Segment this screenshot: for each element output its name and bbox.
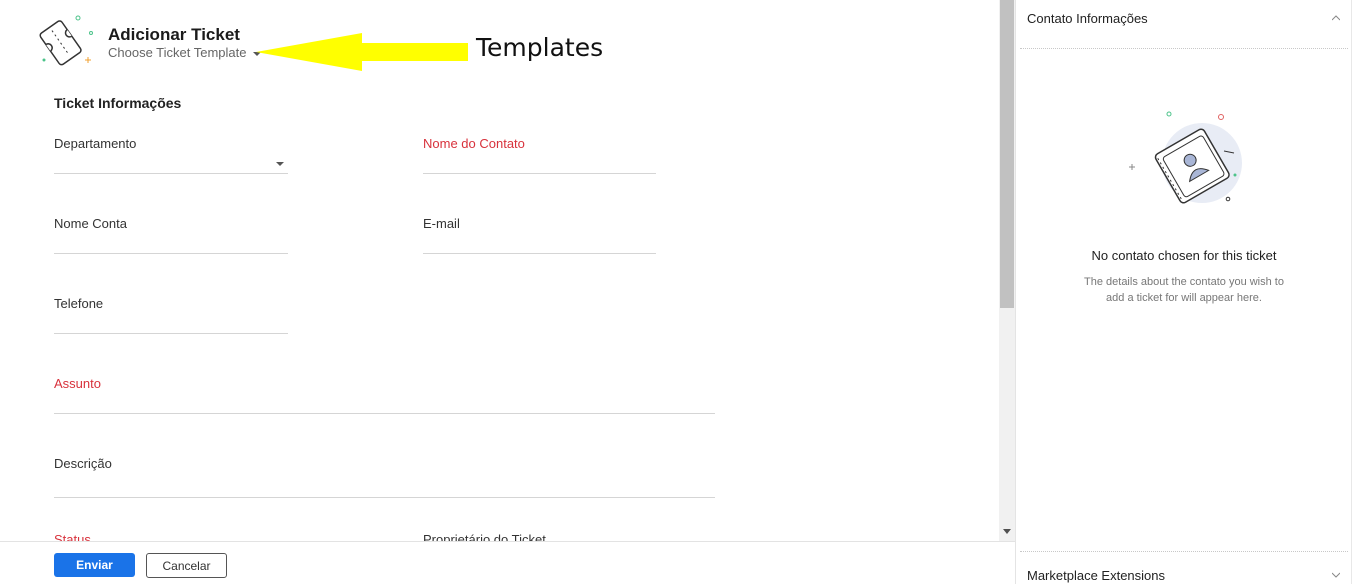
telefone-field[interactable]: Telefone — [54, 296, 288, 342]
form-scrollbar[interactable] — [999, 0, 1015, 541]
submit-button[interactable]: Enviar — [54, 553, 135, 577]
ticket-form-panel: Adicionar Ticket Choose Ticket Template … — [0, 0, 999, 541]
contact-book-icon — [1129, 111, 1242, 204]
ticket-icon — [39, 15, 93, 66]
scroll-down-icon[interactable] — [1003, 529, 1011, 534]
ticket-template-label: Choose Ticket Template — [108, 45, 247, 60]
status-label: Status — [54, 532, 91, 541]
departamento-select[interactable]: Departamento — [54, 136, 288, 182]
proprietario-label: Proprietário do Ticket — [423, 532, 546, 541]
assunto-label: Assunto — [54, 376, 101, 391]
empty-state-description: The details about the contato you wish t… — [1084, 276, 1284, 304]
caret-down-icon — [276, 162, 284, 166]
descricao-label: Descrição — [54, 456, 112, 471]
status-select[interactable]: Status — [54, 532, 288, 541]
chevron-down-icon[interactable] — [1332, 571, 1340, 579]
cancel-button[interactable]: Cancelar — [146, 553, 227, 578]
divider — [1020, 551, 1348, 552]
nome-conta-field[interactable]: Nome Conta — [54, 216, 288, 262]
annotation-label: Templates — [476, 33, 604, 62]
proprietario-select[interactable]: Proprietário do Ticket — [423, 532, 656, 541]
contact-section-title: Contato Informações — [1027, 11, 1148, 26]
ticket-template-dropdown[interactable]: Choose Ticket Template — [108, 45, 261, 60]
sidebar-scrollbar[interactable] — [1351, 0, 1366, 584]
descricao-field[interactable]: Descrição — [54, 456, 715, 499]
marketplace-section-title[interactable]: Marketplace Extensions — [1027, 568, 1165, 583]
nome-contato-field[interactable]: Nome do Contato — [423, 136, 656, 182]
telefone-label: Telefone — [54, 296, 104, 311]
page-title: Adicionar Ticket — [108, 25, 240, 44]
email-field[interactable]: E-mail — [423, 216, 656, 262]
section-title: Ticket Informações — [54, 95, 182, 111]
email-label: E-mail — [423, 216, 460, 231]
divider — [1020, 48, 1348, 49]
nome-contato-label: Nome do Contato — [423, 136, 525, 151]
annotation-arrow-icon — [256, 33, 468, 71]
scrollbar-thumb[interactable] — [1000, 0, 1014, 308]
departamento-label: Departamento — [54, 136, 137, 151]
chevron-up-icon[interactable] — [1332, 14, 1340, 22]
contact-sidebar: Contato Informações No contato chosen fo… — [1015, 0, 1352, 584]
assunto-field[interactable]: Assunto — [54, 376, 715, 422]
form-footer: Enviar Cancelar — [0, 541, 1015, 585]
empty-state-title: No contato chosen for this ticket — [1091, 248, 1277, 263]
nome-conta-label: Nome Conta — [54, 216, 127, 231]
